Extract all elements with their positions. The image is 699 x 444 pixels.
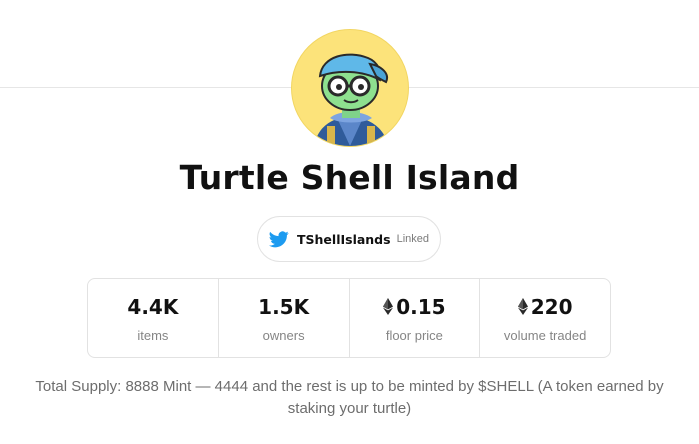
stat-items[interactable]: 4.4K items bbox=[88, 279, 218, 357]
stat-value: 4.4K bbox=[127, 294, 178, 320]
stat-value-text: 1.5K bbox=[258, 294, 310, 319]
collection-avatar bbox=[291, 29, 409, 147]
stat-label: volume traded bbox=[503, 327, 587, 343]
stat-value-text: 4.4K bbox=[127, 294, 179, 319]
stat-value: 1.5K bbox=[258, 294, 309, 320]
ethereum-icon bbox=[383, 298, 394, 315]
stat-label: owners bbox=[262, 327, 305, 343]
stat-owners[interactable]: 1.5K owners bbox=[217, 279, 349, 357]
stat-value: 0.15 bbox=[383, 294, 446, 320]
stat-value-text: 0.15 bbox=[396, 294, 446, 319]
twitter-link-button[interactable]: TShellIslands Linked bbox=[257, 216, 441, 262]
collection-description: Total Supply: 8888 Mint — 4444 and the r… bbox=[35, 378, 664, 417]
stat-value-text: 220 bbox=[530, 294, 573, 319]
stat-volume-traded[interactable]: 220 volume traded bbox=[479, 279, 610, 357]
stat-label: items bbox=[137, 327, 169, 343]
twitter-bird-icon bbox=[269, 230, 289, 247]
collection-title: Turtle Shell Island bbox=[179, 158, 520, 197]
twitter-linked-status: Linked bbox=[396, 233, 429, 245]
stat-value: 220 bbox=[517, 294, 573, 320]
turtle-avatar-icon bbox=[314, 53, 388, 146]
stat-label: floor price bbox=[385, 327, 443, 343]
ethereum-icon bbox=[517, 298, 528, 315]
stat-floor-price[interactable]: 0.15 floor price bbox=[348, 279, 480, 357]
collection-stats: 4.4K items 1.5K owners 0.15 floor price bbox=[87, 278, 611, 358]
twitter-handle: TShellIslands bbox=[297, 231, 391, 247]
